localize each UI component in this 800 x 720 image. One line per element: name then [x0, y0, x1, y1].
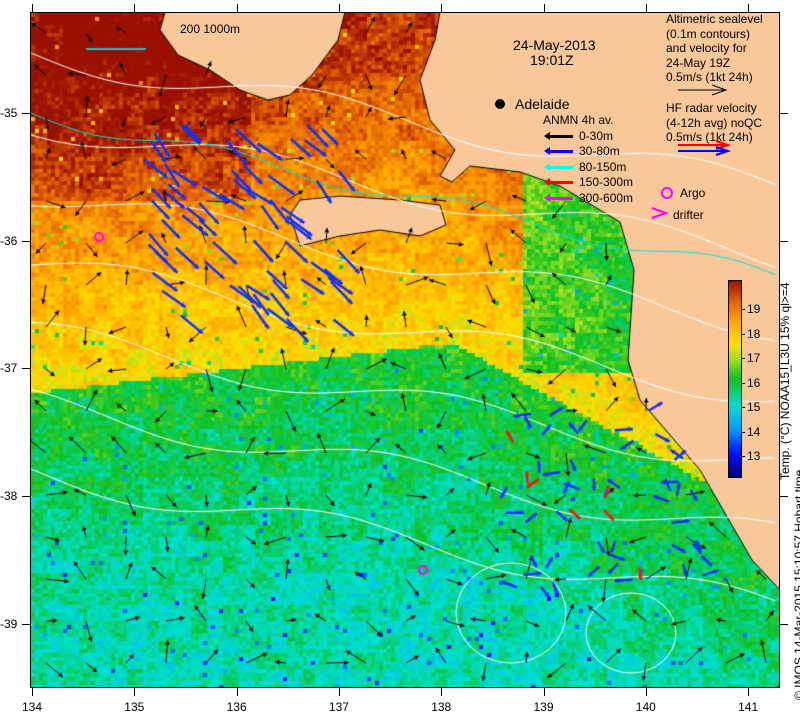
anmn-legend: ANMN 4h av. 0-30m 30-80m 80-150m 150-300m 30… — [543, 113, 633, 206]
anmn-legend-label: 80-150m — [579, 159, 627, 174]
hf-radar-scale-arrows-icon — [678, 140, 732, 156]
lat-tick-label: -39 — [0, 616, 18, 631]
lon-tick-mark — [134, 688, 136, 696]
colorbar-tick-label: 19 — [747, 302, 761, 317]
lon-tick-mark — [543, 4, 545, 12]
lat-tick-mark — [22, 368, 30, 370]
credit-text: © IMOS 14-Mar-2015 15:10:57 Hobart time — [792, 469, 800, 700]
time-label: 19:01Z — [530, 52, 574, 68]
lon-tick-mark — [441, 688, 443, 696]
legend-line: HF radar velocity — [666, 101, 757, 115]
lon-tick-mark — [748, 4, 750, 12]
colorbar-tick-mark — [741, 333, 745, 335]
lat-tick-label: -38 — [0, 489, 18, 504]
anmn-legend-item: 300-600m — [543, 191, 633, 207]
anmn-legend-label: 150-300m — [579, 175, 634, 189]
altimetry-scale-arrow-icon — [678, 84, 728, 96]
anmn-legend-title: ANMN 4h av. — [543, 113, 614, 127]
lat-tick-label: -35 — [0, 106, 18, 120]
anmn-legend-label: 300-600m — [579, 190, 634, 205]
lon-tick-mark — [748, 688, 750, 696]
argo-marker-icon — [661, 187, 673, 199]
anmn-arrow-icon — [544, 162, 573, 171]
scale-label: 200 1000m — [180, 22, 241, 36]
drifter-marker-icon — [651, 207, 669, 219]
city-label: Adelaide — [515, 96, 570, 112]
colorbar-tick-label: 13 — [747, 449, 761, 464]
hf-radar-legend: HF radar velocity (4-12h avg) noQC 0.5m/… — [666, 101, 762, 145]
lon-tick-mark — [32, 688, 33, 696]
lon-tick-label: 139 — [533, 700, 554, 714]
lat-tick-mark — [780, 496, 788, 498]
colorbar-tick-label: 16 — [747, 375, 761, 390]
anmn-arrow-icon — [544, 178, 573, 187]
lat-tick-mark — [22, 240, 30, 242]
colorbar-tick-label: 17 — [747, 351, 761, 366]
colorbar-tick-mark — [741, 382, 745, 384]
colorbar-tick-mark — [741, 358, 745, 360]
lon-tick-mark — [236, 688, 238, 696]
lon-tick-mark — [236, 4, 238, 12]
lon-tick-label: 135 — [124, 700, 145, 714]
colorbar-tick-mark — [741, 456, 745, 458]
lon-tick-mark — [645, 688, 647, 696]
date-label: 24-May-2013 — [513, 37, 596, 53]
legend-line: (0.1m contours) — [666, 26, 751, 41]
anmn-legend-item: 150-300m — [543, 175, 633, 191]
colorbar-tick-label: 14 — [747, 424, 761, 439]
lat-tick-label: -37 — [0, 361, 18, 376]
lat-tick-mark — [780, 368, 788, 370]
lon-tick-mark — [32, 4, 33, 12]
lon-tick-label: 140 — [635, 700, 656, 714]
lat-tick-label: -36 — [0, 233, 18, 248]
lon-tick-mark — [134, 4, 136, 12]
colorbar-tick-mark — [741, 309, 745, 311]
adelaide-marker-icon — [495, 99, 505, 109]
anmn-legend-item: 80-150m — [543, 160, 633, 176]
lat-tick-mark — [22, 496, 30, 498]
altimetry-legend: Altimetric sealevel (0.1m contours) and … — [666, 12, 763, 85]
anmn-legend-label: 30-80m — [579, 144, 620, 158]
lat-tick-mark — [780, 240, 788, 242]
anmn-legend-item: 0-30m — [543, 129, 633, 145]
legend-line: (4-12h avg) noQC — [666, 115, 763, 130]
lat-tick-mark — [780, 623, 788, 625]
lat-tick-mark — [22, 113, 30, 114]
colorbar-tick-label: 15 — [747, 400, 761, 415]
legend-line: and velocity for — [666, 41, 747, 55]
legend-line: Altimetric sealevel — [666, 12, 763, 26]
anmn-legend-label: 0-30m — [579, 128, 614, 143]
lon-tick-label: 141 — [738, 700, 759, 714]
lon-tick-mark — [338, 688, 340, 696]
colorbar-tick-label: 18 — [747, 326, 761, 341]
drifter-label: drifter — [673, 208, 704, 222]
lon-tick-mark — [441, 4, 443, 12]
colorbar-tick-mark — [741, 407, 745, 409]
lon-tick-label: 134 — [22, 700, 43, 714]
anmn-arrow-icon — [544, 193, 573, 202]
argo-label: Argo — [680, 186, 706, 200]
lon-tick-label: 136 — [226, 700, 247, 714]
lon-tick-mark — [645, 4, 647, 12]
anmn-arrow-icon — [544, 147, 573, 156]
lon-tick-label: 138 — [431, 700, 452, 714]
colorbar-label: Temp. (°C) NOAA15_L3U 15% ql>=4 — [778, 282, 792, 480]
lat-tick-mark — [780, 113, 788, 114]
anmn-legend-item: 30-80m — [543, 144, 633, 160]
colorbar-tick-mark — [741, 431, 745, 433]
sst-map-figure: 200 1000m 24-May-2013 19:01Z Adelaide Al… — [0, 0, 800, 720]
colorbar — [728, 280, 742, 478]
lat-tick-mark — [22, 623, 30, 625]
lon-tick-label: 137 — [328, 700, 349, 714]
anmn-arrow-icon — [544, 131, 573, 140]
lon-tick-mark — [338, 4, 340, 12]
lon-tick-mark — [543, 688, 545, 696]
legend-line: 0.5m/s (1kt 24h) — [666, 70, 753, 84]
legend-line: 24-May 19Z — [666, 55, 731, 70]
